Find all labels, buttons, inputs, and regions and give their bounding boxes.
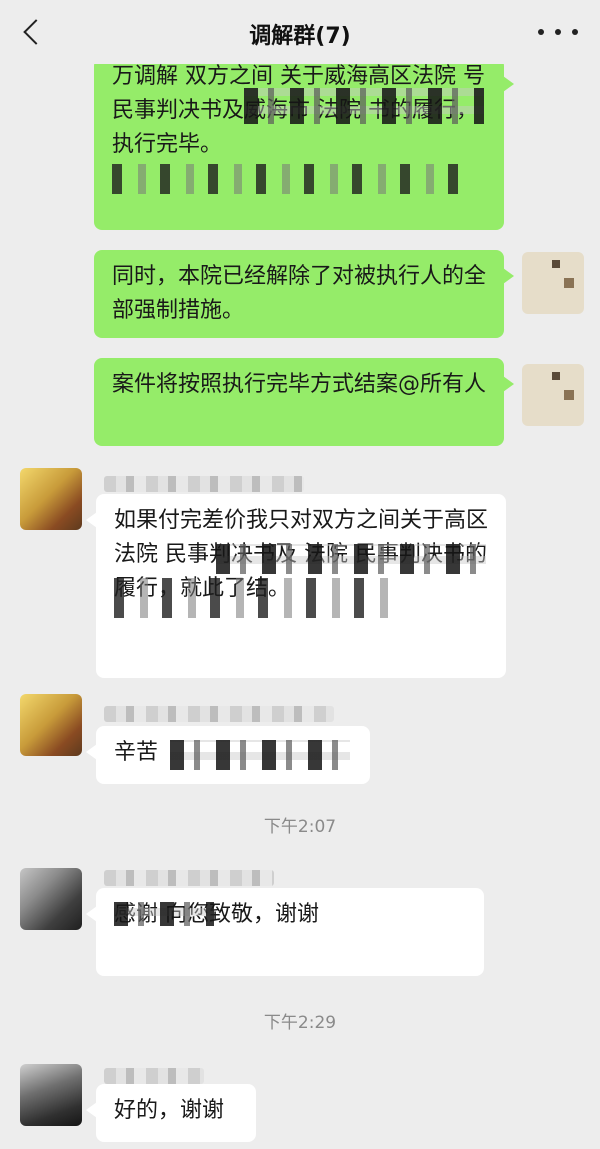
member-avatar[interactable]	[20, 694, 82, 756]
chat-title: 调解群(7)	[249, 24, 351, 49]
message-text: 感谢 向您致敬，谢谢	[114, 902, 319, 927]
redaction-mosaic	[112, 164, 472, 194]
message-text: 案件将按照执行完毕方式结案@所有人	[112, 372, 487, 397]
member-avatar[interactable]	[20, 1064, 82, 1126]
sender-name	[104, 870, 274, 886]
self-avatar[interactable]	[522, 252, 584, 314]
message-text: 如果付完差价我只对双方之间关于高区法院 民事判决书及 法院 民事判决书的履行，就…	[114, 508, 489, 601]
message-bubble-other[interactable]: 如果付完差价我只对双方之间关于高区法院 民事判决书及 法院 民事判决书的履行，就…	[86, 494, 506, 678]
message-text: 同时，本院已经解除了对被执行人的全部强制措施。	[112, 264, 487, 323]
sender-name	[104, 706, 334, 722]
chat-header: 调解群(7)	[0, 0, 600, 64]
more-dots-icon[interactable]	[538, 18, 578, 46]
redaction-mosaic	[170, 740, 350, 770]
message-text: 万调解 双方之间 关于威海高区法院 号民事判决书及威海市 法院 书的履行，执行完…	[112, 64, 485, 157]
message-text: 辛苦	[114, 740, 159, 765]
message-text: 好的，谢谢	[114, 1098, 225, 1123]
message-bubble-self[interactable]: 万调解 双方之间 关于威海高区法院 号民事判决书及威海市 法院 书的履行，执行完…	[94, 58, 514, 230]
member-avatar[interactable]	[20, 868, 82, 930]
member-avatar[interactable]	[20, 468, 82, 530]
message-bubble-other[interactable]: 辛苦	[86, 726, 370, 784]
message-bubble-self[interactable]: 案件将按照执行完毕方式结案@所有人	[94, 358, 514, 446]
sender-name	[104, 476, 304, 492]
timestamp: 下午2:29	[263, 1013, 337, 1033]
message-bubble-other[interactable]: 感谢 向您致敬，谢谢	[86, 888, 484, 976]
timestamp: 下午2:07	[263, 817, 337, 837]
message-bubble-other[interactable]: 好的，谢谢	[86, 1084, 256, 1142]
message-bubble-self[interactable]: 同时，本院已经解除了对被执行人的全部强制措施。	[94, 250, 514, 338]
sender-name	[104, 1068, 204, 1084]
self-avatar[interactable]	[522, 364, 584, 426]
